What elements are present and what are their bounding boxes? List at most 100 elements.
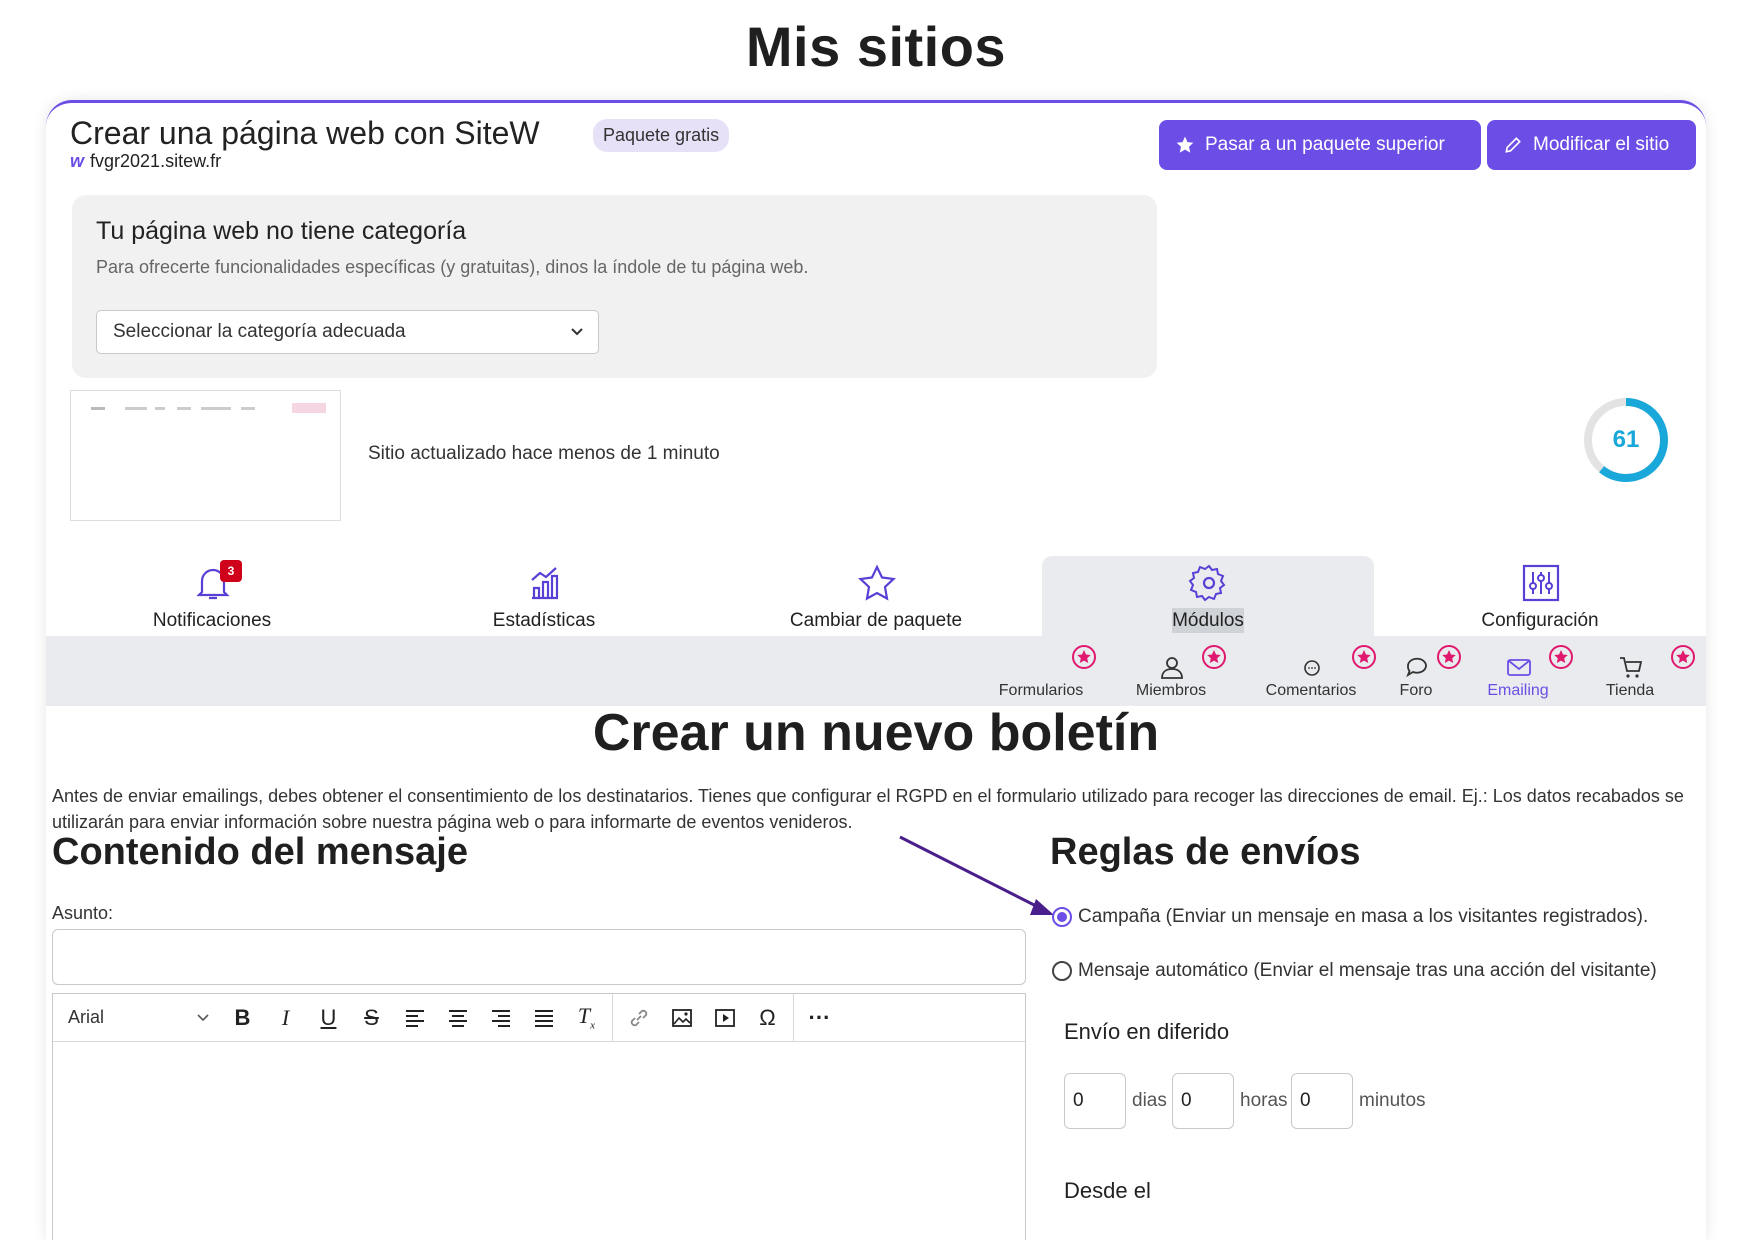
font-family-select[interactable]: Arial xyxy=(53,994,221,1042)
align-left-button[interactable] xyxy=(393,994,436,1042)
subject-input[interactable] xyxy=(52,929,1026,985)
module-emailing[interactable]: Emailing xyxy=(1458,644,1578,704)
strikethrough-icon: S xyxy=(364,1004,379,1030)
clear-format-button[interactable]: Tx xyxy=(565,994,608,1042)
edit-site-button[interactable]: Modificar el sitio xyxy=(1487,120,1696,170)
underline-icon: U xyxy=(320,1004,337,1030)
gdpr-notice: Antes de enviar emailings, debes obtener… xyxy=(52,786,1684,832)
align-right-icon xyxy=(491,1009,510,1027)
module-shop[interactable]: Tienda xyxy=(1570,644,1695,704)
align-center-button[interactable] xyxy=(436,994,479,1042)
category-title: Tu página web no tiene categoría xyxy=(96,217,467,245)
star-icon xyxy=(1176,136,1194,153)
justify-icon xyxy=(534,1009,553,1027)
minutes-input[interactable]: 0 xyxy=(1291,1073,1353,1129)
days-unit: dias xyxy=(1132,1090,1167,1111)
image-button[interactable] xyxy=(660,994,703,1042)
video-icon xyxy=(714,1008,735,1027)
tab-label: Estadísticas xyxy=(492,610,596,631)
upgrade-button[interactable]: Pasar a un paquete superior xyxy=(1159,120,1481,170)
module-label: Comentarios xyxy=(1265,682,1357,699)
message-editor[interactable]: Arial B I U S Tx Ω ··· xyxy=(52,993,1026,1240)
bold-button[interactable]: B xyxy=(221,994,264,1042)
site-title: Crear una página web con SiteW xyxy=(70,115,540,151)
pencil-icon xyxy=(1505,137,1521,153)
align-left-icon xyxy=(405,1009,424,1027)
site-thumbnail[interactable] xyxy=(70,390,341,521)
content-heading: Contenido del mensaje xyxy=(52,831,468,873)
gear-icon xyxy=(1188,564,1226,602)
subject-label: Asunto: xyxy=(52,903,114,923)
plan-badge: Paquete gratis xyxy=(593,119,730,152)
tab-label: Notificaciones xyxy=(152,610,272,631)
campaign-radio[interactable] xyxy=(1052,907,1072,927)
site-url[interactable]: w fvgr2021.sitew.fr xyxy=(70,151,221,172)
category-subtitle: Para ofrecerte funcionalidades específic… xyxy=(96,257,809,277)
hours-unit: horas xyxy=(1240,1090,1288,1111)
module-label: Tienda xyxy=(1605,682,1655,699)
rules-heading: Reglas de envíos xyxy=(1050,831,1361,873)
premium-star-icon xyxy=(1202,645,1226,669)
chevron-down-icon xyxy=(571,328,583,336)
star-icon xyxy=(858,564,896,601)
category-select[interactable]: Seleccionar la categoría adecuada xyxy=(96,310,599,354)
link-icon xyxy=(630,1009,647,1026)
module-label: Emailing xyxy=(1487,682,1549,699)
main-tabs: 3 Notificaciones Estadísticas Cambiar de… xyxy=(46,556,1706,636)
tab-notifications[interactable]: 3 Notificaciones xyxy=(46,556,378,636)
premium-star-icon xyxy=(1671,645,1695,669)
comment-icon xyxy=(1304,660,1320,676)
more-button[interactable]: ··· xyxy=(798,994,841,1042)
automatic-radio[interactable] xyxy=(1052,961,1072,981)
days-input[interactable]: 0 xyxy=(1064,1073,1126,1129)
option-automatic[interactable]: Mensaje automático (Enviar el mensaje tr… xyxy=(1052,960,1657,982)
site-score-value: 61 xyxy=(1612,426,1640,453)
from-label: Desde el xyxy=(1064,1178,1151,1203)
italic-icon: I xyxy=(281,1004,290,1030)
image-icon xyxy=(671,1008,692,1027)
chevron-down-icon xyxy=(197,1013,209,1021)
mail-icon xyxy=(1507,659,1531,676)
video-button[interactable] xyxy=(703,994,746,1042)
align-right-button[interactable] xyxy=(479,994,522,1042)
italic-button[interactable]: I xyxy=(264,994,307,1042)
chat-icon xyxy=(1406,657,1427,678)
notifications-count-badge: 3 xyxy=(220,560,242,582)
tab-label: Configuración xyxy=(1481,610,1599,631)
page-title: Mis sitios xyxy=(745,15,1007,78)
user-icon xyxy=(1161,657,1183,679)
module-comments[interactable]: Comentarios xyxy=(1251,644,1376,704)
edit-site-button-label: Modificar el sitio xyxy=(1533,134,1670,155)
chart-icon xyxy=(531,567,559,600)
special-char-button[interactable]: Ω xyxy=(746,994,789,1042)
module-forms[interactable]: Formularios xyxy=(981,644,1101,704)
delay-title: Envío en diferido xyxy=(1064,1019,1230,1044)
sliders-icon xyxy=(1522,564,1560,602)
tab-label: Módulos xyxy=(1042,608,1374,633)
justify-button[interactable] xyxy=(522,994,565,1042)
font-family-value: Arial xyxy=(68,1007,105,1027)
category-select-value: Seleccionar la categoría adecuada xyxy=(113,321,406,342)
tab-change-plan[interactable]: Cambiar de paquete xyxy=(710,556,1042,636)
tab-modules[interactable]: Módulos xyxy=(1042,556,1374,636)
strikethrough-button[interactable]: S xyxy=(350,994,393,1042)
align-center-icon xyxy=(448,1009,467,1027)
tab-settings[interactable]: Configuración xyxy=(1374,556,1706,636)
link-button[interactable] xyxy=(617,994,660,1042)
clear-format-icon: Tx xyxy=(577,1003,596,1032)
site-url-text[interactable]: fvgr2021.sitew.fr xyxy=(90,151,221,172)
category-panel: Tu página web no tiene categoría Para of… xyxy=(72,195,1157,378)
module-members[interactable]: Miembros xyxy=(1111,644,1231,704)
tab-statistics[interactable]: Estadísticas xyxy=(378,556,710,636)
site-card: Crear una página web con SiteW Paquete g… xyxy=(46,100,1706,1240)
annotation-arrow-icon xyxy=(899,835,1054,915)
minutes-unit: minutos xyxy=(1359,1090,1426,1111)
tab-label: Cambiar de paquete xyxy=(789,610,963,631)
underline-button[interactable]: U xyxy=(307,994,350,1042)
option-campaign-label: Campaña (Enviar un mensaje en masa a los… xyxy=(1078,906,1649,927)
option-campaign[interactable]: Campaña (Enviar un mensaje en masa a los… xyxy=(1052,906,1648,928)
option-automatic-label: Mensaje automático (Enviar el mensaje tr… xyxy=(1078,960,1657,981)
tab-label-text: Módulos xyxy=(1172,608,1244,633)
modules-subnav: Formularios Miembros Comentarios Foro Em… xyxy=(46,636,1706,706)
hours-input[interactable]: 0 xyxy=(1172,1073,1234,1129)
